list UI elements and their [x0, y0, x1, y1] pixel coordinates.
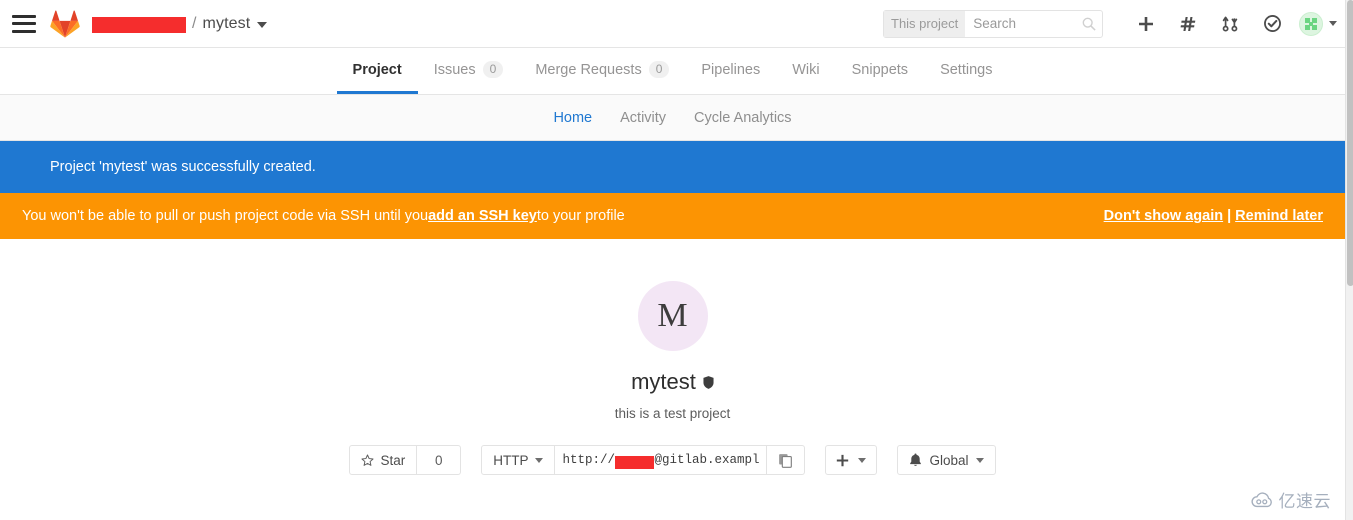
project-avatar-letter: M — [657, 297, 688, 334]
chevron-down-icon — [975, 457, 984, 463]
tab-label: Wiki — [792, 61, 820, 78]
ssh-warning-actions: Don't show again | Remind later — [1104, 208, 1323, 224]
clone-url-suffix: @gitlab.exampl — [654, 453, 760, 467]
merge-requests-count-badge: 0 — [648, 61, 670, 78]
star-count[interactable]: 0 — [417, 445, 462, 475]
tab-wiki[interactable]: Wiki — [776, 48, 835, 94]
page-title: mytest — [631, 369, 714, 395]
project-avatar: M — [637, 281, 708, 351]
star-icon — [361, 453, 374, 466]
notification-level-label: Global — [929, 452, 969, 468]
tab-snippets[interactable]: Snippets — [836, 48, 924, 94]
tab-label: Snippets — [851, 61, 909, 78]
user-avatar[interactable] — [1299, 11, 1337, 36]
clone-url-redacted — [615, 455, 655, 469]
search-input[interactable]: This project Search — [883, 9, 1103, 38]
page-scrollbar[interactable] — [1345, 0, 1353, 520]
subtab-home[interactable]: Home — [539, 110, 606, 126]
plus-icon[interactable] — [1125, 7, 1167, 41]
cloud-icon — [1251, 492, 1272, 508]
issues-count-badge: 0 — [482, 61, 504, 78]
tab-label: Pipelines — [701, 61, 761, 78]
search-scope-badge[interactable]: This project — [884, 10, 966, 37]
chevron-down-icon[interactable] — [1329, 21, 1337, 26]
subtab-cycle-analytics[interactable]: Cycle Analytics — [680, 110, 806, 126]
star-button[interactable]: Star — [349, 445, 418, 475]
copy-url-button[interactable] — [767, 445, 806, 475]
tab-label: Merge Requests — [535, 61, 642, 78]
identicon — [1299, 11, 1323, 36]
bell-icon — [910, 453, 922, 466]
project-tabs: Project Issues 0 Merge Requests 0 Pipeli… — [0, 48, 1345, 95]
chevron-down-icon — [858, 457, 867, 463]
plus-icon — [837, 454, 849, 466]
hash-icon[interactable] — [1167, 7, 1209, 41]
tab-merge-requests[interactable]: Merge Requests 0 — [519, 48, 685, 94]
flash-success-banner: Project 'mytest' was successfully create… — [0, 141, 1345, 193]
search-icon[interactable] — [1082, 17, 1096, 31]
breadcrumb-separator: / — [192, 14, 197, 32]
clone-url-prefix: http:// — [562, 453, 615, 467]
tab-pipelines[interactable]: Pipelines — [685, 48, 776, 94]
tab-issues[interactable]: Issues 0 — [418, 48, 520, 94]
dont-show-again-link[interactable]: Don't show again — [1104, 208, 1223, 224]
merge-request-icon[interactable] — [1209, 7, 1251, 41]
navbar-right: This project Search — [883, 7, 1337, 41]
clone-url-input[interactable]: http:// @gitlab.exampl — [555, 445, 768, 475]
remind-later-link[interactable]: Remind later — [1235, 208, 1323, 224]
action-separator: | — [1227, 208, 1232, 224]
copy-icon — [779, 453, 793, 468]
watermark: 亿速云 — [1250, 487, 1332, 512]
clone-protocol-label: HTTP — [493, 452, 529, 468]
ssh-warning-text-after: to your profile — [536, 208, 625, 224]
gitlab-project-page: / mytest This project Search Project Iss… — [0, 0, 1353, 520]
breadcrumb-project[interactable]: mytest — [203, 15, 251, 33]
project-description: this is a test project — [614, 406, 731, 421]
project-name: mytest — [631, 369, 696, 394]
tab-label: Project — [352, 61, 402, 78]
project-subnav: Home Activity Cycle Analytics — [0, 95, 1345, 141]
add-ssh-key-link[interactable]: add an SSH key — [428, 208, 537, 224]
check-circle-icon[interactable] — [1251, 7, 1293, 41]
project-home: M mytest this is a test project Star 0 H… — [0, 239, 1345, 475]
chevron-down-icon[interactable] — [257, 21, 268, 28]
clone-protocol-dropdown[interactable]: HTTP — [481, 445, 556, 475]
gitlab-tanuki-logo[interactable] — [50, 10, 80, 38]
project-actions: Star 0 HTTP http:// @gitlab.exampl Global — [349, 445, 996, 475]
breadcrumb[interactable]: / mytest — [92, 14, 268, 33]
ssh-warning-text-before: You won't be able to pull or push projec… — [22, 208, 429, 224]
scrollbar-thumb[interactable] — [1347, 0, 1353, 286]
star-label: Star — [380, 452, 406, 468]
subtab-activity[interactable]: Activity — [606, 110, 680, 126]
clone-url-group: HTTP http:// @gitlab.exampl — [481, 445, 806, 475]
tab-label: Settings — [940, 61, 993, 78]
watermark-text: 亿速云 — [1278, 492, 1331, 511]
notification-dropdown[interactable]: Global — [897, 445, 996, 475]
search-placeholder[interactable]: Search — [965, 16, 1082, 31]
add-dropdown-button[interactable] — [825, 445, 878, 475]
top-navbar: / mytest This project Search — [0, 0, 1345, 48]
hamburger-icon[interactable] — [12, 14, 36, 33]
ssh-key-warning-banner: You won't be able to pull or push projec… — [0, 193, 1345, 239]
chevron-down-icon — [535, 457, 544, 463]
shield-icon — [703, 375, 714, 389]
tab-project[interactable]: Project — [336, 48, 418, 94]
namespace-redacted — [92, 16, 186, 33]
tab-settings[interactable]: Settings — [924, 48, 1008, 94]
flash-success-message: Project 'mytest' was successfully create… — [50, 159, 316, 175]
tab-label: Issues — [433, 61, 476, 78]
